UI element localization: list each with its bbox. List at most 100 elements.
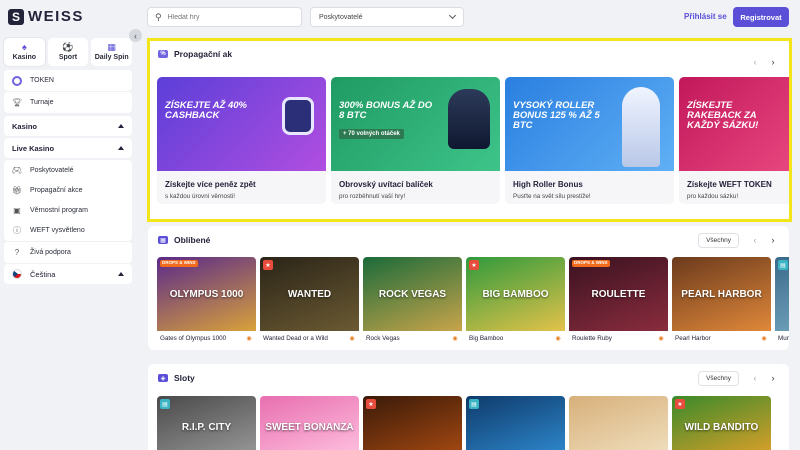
- sidebar-live-casino-header[interactable]: Live Kasino: [4, 138, 132, 158]
- tab-daily-spin[interactable]: ▦ Daily Spin: [91, 38, 133, 66]
- caret-up-icon: [118, 124, 124, 128]
- game-tile[interactable]: ▤Mum◉: [775, 257, 789, 347]
- game-tile[interactable]: ROULETTE DROPS & WINS Roulette Ruby ◉: [569, 257, 668, 347]
- sidebar-section-label: Live Kasino: [12, 143, 55, 153]
- game-art-title: WANTED: [287, 288, 332, 300]
- sidebar-live-casino-section: Live Kasino: [4, 138, 132, 158]
- sidebar-tournaments-card: 🏆︎ Turnaje: [4, 92, 132, 113]
- gift-icon: 🎁︎: [11, 186, 23, 195]
- loyalty-icon: ▣: [13, 206, 21, 215]
- game-thumbnail: ROULETTE DROPS & WINS: [569, 257, 668, 331]
- prev-arrow-icon[interactable]: ‹: [749, 56, 761, 68]
- game-tile[interactable]: ROCK VEGAS Rock Vegas ◉: [363, 257, 462, 347]
- promo-card[interactable]: Získejte rakeback za každý sázku! Získej…: [679, 77, 789, 204]
- game-thumbnail: ROCK VEGAS: [363, 257, 462, 331]
- promo-headline: 300% bonus až do 8 BTC: [339, 100, 433, 121]
- favorites-header: ▦ Oblíbené: [158, 226, 210, 254]
- sidebar-item-loyalty[interactable]: ▣ Věrnostní program: [4, 200, 132, 221]
- search-icon: ⚲: [155, 11, 162, 22]
- sidebar-item-label: Věrnostní program: [30, 207, 88, 214]
- sidebar-casino-header[interactable]: Kasino: [4, 116, 132, 136]
- sidebar-item-promotions[interactable]: 🎁︎ Propagační akce: [4, 180, 132, 201]
- drops-wins-badge: DROPS & WINS: [572, 260, 610, 267]
- search-input[interactable]: [167, 13, 288, 21]
- game-art-title: OLYMPUS 1000: [169, 288, 244, 300]
- game-thumbnail: WANTED ★: [260, 257, 359, 331]
- promo-desc: Pusťte na svět sílu prestiže!: [513, 193, 591, 200]
- game-art-title: BIG BAMBOO: [482, 288, 549, 300]
- promo-banner: Získejte rakeback za každý sázku!: [679, 77, 789, 171]
- game-thumbnail: BIG BAMBOO ★: [466, 257, 565, 331]
- game-art-title: R.I.P. CITY: [181, 421, 232, 433]
- sidebar-item-providers[interactable]: 🎮︎ Poskytovatelé: [4, 160, 132, 181]
- game-art-title: SWEET BONANZA: [265, 421, 354, 433]
- search-box[interactable]: ⚲: [147, 7, 302, 27]
- sidebar-item-label: Turnaje: [30, 99, 54, 106]
- logo[interactable]: S WEISS: [8, 8, 84, 25]
- game-thumbnail: WILD BANDITO ★: [672, 396, 771, 450]
- game-tile[interactable]: ▤: [466, 396, 565, 450]
- next-arrow-icon[interactable]: ›: [767, 372, 779, 384]
- android-illustration: [622, 87, 660, 167]
- sidebar-item-support[interactable]: ? Živá podpora: [4, 242, 132, 263]
- game-tile[interactable]: ★: [363, 396, 462, 450]
- promo-headline: Získejte rakeback za každý sázku!: [687, 100, 759, 131]
- sidebar-language-card: Čeština: [4, 264, 132, 284]
- prev-arrow-icon[interactable]: ‹: [749, 372, 761, 384]
- next-arrow-icon[interactable]: ›: [767, 234, 779, 246]
- sidebar-collapse-button[interactable]: ‹: [129, 29, 142, 42]
- promo-title: Obrovský uvítací balíček: [339, 180, 433, 189]
- sidebar-item-weft[interactable]: ⓘ WEFT vysvětleno: [4, 220, 132, 241]
- slots-title: Sloty: [174, 373, 195, 383]
- tab-sport[interactable]: ⚽ Sport: [47, 38, 89, 66]
- drops-wins-badge: DROPS & WINS: [160, 260, 198, 267]
- game-tile[interactable]: BIG BAMBOO ★ Big Bamboo ◉: [466, 257, 565, 347]
- game-tile[interactable]: [569, 396, 668, 450]
- game-thumbnail: ★: [363, 396, 462, 450]
- game-name: Mum: [778, 335, 789, 342]
- register-button[interactable]: Registrovat: [733, 7, 789, 27]
- slots-section: ◈ Sloty Všechny ‹ › R.I.P. CITY ▤ SWEET BO…: [148, 364, 789, 450]
- promo-title: Získejte WEFT TOKEN: [687, 180, 772, 189]
- game-art-title: ROCK VEGAS: [378, 288, 447, 300]
- favorites-title: Oblíbené: [174, 235, 211, 245]
- token-icon: [12, 75, 22, 86]
- game-tile[interactable]: PEARL HARBOR Pearl Harbor ◉: [672, 257, 771, 347]
- provider-logo-icon: ◉: [349, 335, 355, 342]
- promo-card[interactable]: 300% bonus až do 8 BTC + 70 volných otáč…: [331, 77, 500, 204]
- next-arrow-icon[interactable]: ›: [767, 56, 779, 68]
- gamepad-icon: 🎮︎: [11, 166, 23, 175]
- sidebar-item-tournaments[interactable]: 🏆︎ Turnaje: [4, 92, 132, 113]
- favorites-section: ▦ Oblíbené Všechny ‹ › OLYMPUS 1000 DROPS…: [148, 226, 789, 350]
- game-tile[interactable]: WANTED ★ Wanted Dead or a Wild ◉: [260, 257, 359, 347]
- providers-select[interactable]: Poskytovatelé: [310, 7, 464, 27]
- game-tile[interactable]: OLYMPUS 1000 DROPS & WINS Gates of Olympus…: [157, 257, 256, 347]
- new-badge-icon: ★: [263, 260, 273, 270]
- feature-badge-icon: ▤: [469, 399, 479, 409]
- feature-badge-icon: ▤: [778, 260, 788, 270]
- sidebar-item-token[interactable]: TOKEN: [4, 70, 132, 91]
- tab-kasino[interactable]: ♠ Kasino: [4, 38, 45, 66]
- game-tile[interactable]: R.I.P. CITY ▤: [157, 396, 256, 450]
- language-selector[interactable]: Čeština: [4, 264, 132, 284]
- trophy-icon: 🏆︎: [11, 98, 23, 107]
- slots-header: ◈ Sloty: [158, 364, 195, 392]
- slots-all-button[interactable]: Všechny: [698, 371, 739, 386]
- promo-card[interactable]: Získejte až 40% cashback Získejte více p…: [157, 77, 326, 204]
- favorites-all-button[interactable]: Všechny: [698, 233, 739, 248]
- favorites-nav: ‹ ›: [749, 234, 779, 246]
- login-link[interactable]: Přihlásit se: [684, 12, 727, 21]
- game-tile[interactable]: SWEET BONANZA: [260, 396, 359, 450]
- promotions-section: % Propagační ak ‹ › Získejte až 40% cash…: [148, 40, 789, 221]
- game-thumbnail: SWEET BONANZA: [260, 396, 359, 450]
- promo-desc: s každou úrovní věrnosti!: [165, 193, 236, 200]
- promo-badge: + 70 volných otáček: [339, 129, 404, 139]
- game-tile[interactable]: WILD BANDITO ★: [672, 396, 771, 450]
- sidebar-casino-section: Kasino: [4, 116, 132, 136]
- grid-icon: ▦: [107, 42, 116, 52]
- caret-up-icon: [118, 272, 124, 276]
- promo-banner: Získejte až 40% cashback: [157, 77, 326, 171]
- prev-arrow-icon[interactable]: ‹: [749, 234, 761, 246]
- slots-nav: ‹ ›: [749, 372, 779, 384]
- promo-card[interactable]: Vysoký roller bonus 125 % až 5 BTC High …: [505, 77, 674, 204]
